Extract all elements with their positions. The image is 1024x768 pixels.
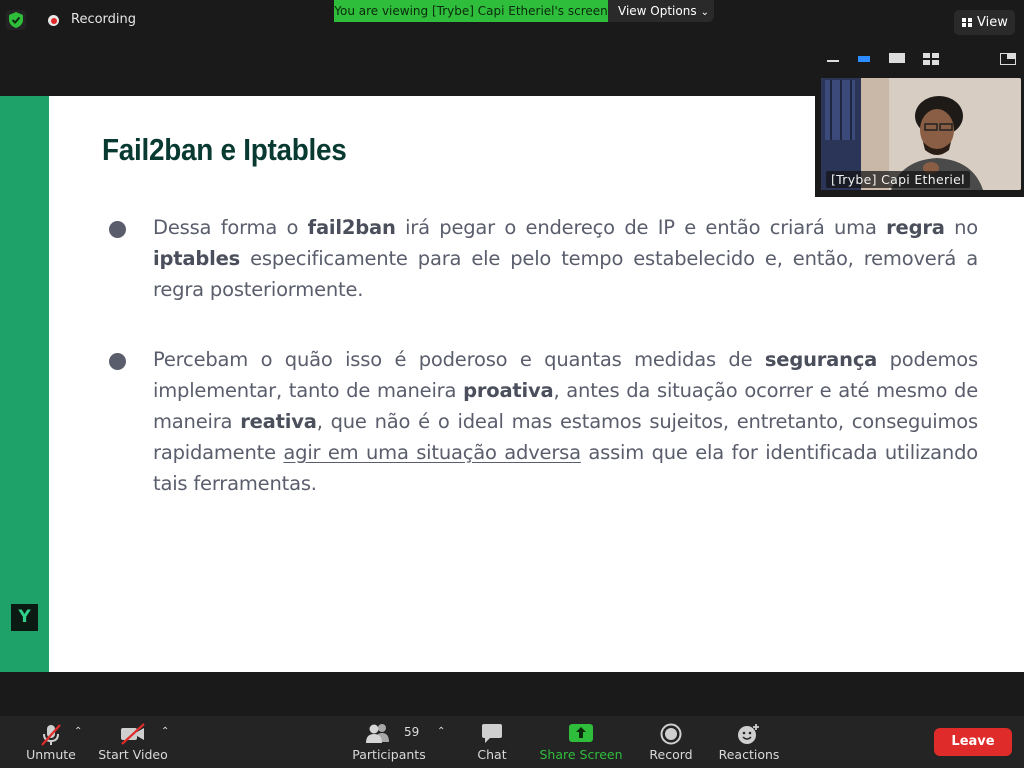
audio-options-caret[interactable]: ⌃ [74, 726, 82, 737]
emphasis-text: iptables [153, 247, 240, 270]
view-label: View [977, 15, 1008, 30]
participants-button[interactable]: 59 Participants [350, 716, 428, 768]
record-button[interactable]: Record [644, 716, 698, 768]
share-screen-label: Share Screen [539, 747, 623, 762]
zoom-meeting-window: Recording You are viewing [Trybe] Capi E… [0, 0, 1024, 768]
bullet-marker [109, 221, 126, 238]
minimize-icon[interactable] [827, 53, 839, 63]
emphasis-text: reativa [240, 410, 317, 433]
view-options-button[interactable]: View Options ⌄ [608, 0, 714, 22]
participant-video[interactable]: [Trybe] Capi Etheriel [821, 78, 1021, 190]
share-screen-button[interactable]: Share Screen [538, 716, 624, 768]
record-label: Record [649, 747, 693, 762]
chat-label: Chat [477, 747, 507, 762]
start-video-button[interactable]: Start Video [96, 716, 170, 768]
exit-fullscreen-icon[interactable] [1000, 53, 1016, 65]
viewing-banner: You are viewing [Trybe] Capi Etheriel's … [334, 0, 608, 22]
participants-options-caret[interactable]: ⌃ [437, 726, 445, 737]
chat-button[interactable]: Chat [468, 716, 516, 768]
paragraph-text: no [944, 216, 979, 239]
emphasis-text: proativa [463, 379, 554, 402]
trybe-logo: Y [11, 604, 38, 631]
paragraph-text: especificamente para ele pelo tempo esta… [153, 247, 978, 301]
slide-accent-strip [0, 96, 49, 672]
emphasis-text: regra [886, 216, 945, 239]
paragraph-text: Dessa forma o [153, 216, 308, 239]
bullet-paragraph-2: Percebam o quão isso é poderoso e quanta… [153, 344, 978, 499]
video-off-icon [121, 723, 145, 745]
start-video-label: Start Video [98, 747, 168, 762]
participant-name: [Trybe] Capi Etheriel [826, 171, 970, 188]
reactions-icon [738, 724, 759, 744]
video-panel: [Trybe] Capi Etheriel [815, 43, 1024, 197]
meeting-toolbar: Unmute ⌃ Start Video ⌃ 59 Participants ⌃ [0, 716, 1024, 768]
bullet-marker [109, 353, 126, 370]
video-panel-toolbar [815, 43, 1024, 73]
bullet-paragraph-1: Dessa forma o fail2ban irá pegar o ender… [153, 212, 978, 305]
unmute-label: Unmute [26, 747, 76, 762]
video-options-caret[interactable]: ⌃ [161, 726, 169, 737]
participants-label: Participants [352, 747, 426, 762]
participants-icon [366, 724, 390, 743]
reactions-button[interactable]: Reactions [716, 716, 782, 768]
thumbnail-icon[interactable] [889, 53, 905, 63]
leave-button[interactable]: Leave [934, 728, 1012, 756]
chevron-down-icon: ⌄ [700, 7, 709, 18]
reactions-label: Reactions [718, 747, 780, 762]
underlined-text: agir em uma situação adversa [283, 441, 581, 464]
participants-count: 59 [404, 725, 420, 739]
recording-label[interactable]: Recording [71, 12, 136, 27]
emphasis-text: segurança [764, 348, 878, 371]
speaker-view-icon[interactable] [858, 53, 870, 63]
record-icon [660, 723, 682, 745]
recording-icon[interactable] [48, 15, 59, 26]
emphasis-text: fail2ban [307, 216, 396, 239]
grid-view-icon [962, 18, 972, 27]
microphone-muted-icon [41, 724, 61, 746]
top-bar: Recording You are viewing [Trybe] Capi E… [0, 0, 1024, 42]
security-shield-icon[interactable] [6, 10, 26, 30]
share-screen-icon [569, 724, 593, 742]
paragraph-text: Percebam o quão isso é poderoso e quanta… [153, 348, 765, 371]
view-options-label: View Options [618, 4, 697, 18]
slide-title: Fail2ban e Iptables [102, 132, 347, 167]
view-button[interactable]: View [954, 10, 1015, 35]
gallery-icon[interactable] [923, 53, 939, 65]
paragraph-text: irá pegar o endereço de IP e então criar… [395, 216, 887, 239]
unmute-button[interactable]: Unmute [20, 716, 82, 768]
chat-icon [482, 724, 502, 743]
